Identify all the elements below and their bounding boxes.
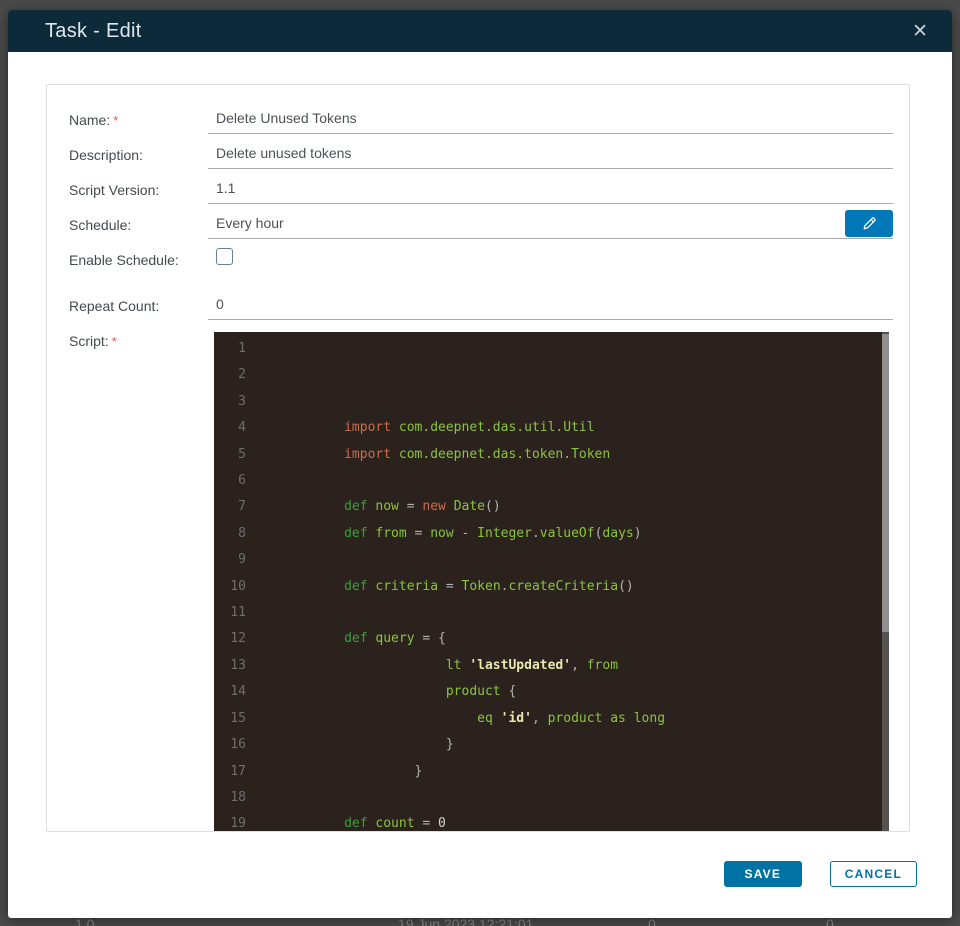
script-version-input[interactable]: [208, 174, 893, 204]
required-asterisk: *: [112, 334, 117, 349]
modal-title: Task - Edit: [45, 20, 908, 43]
repeat-count-label: Repeat Count:: [69, 290, 208, 316]
form-row-script-version: Script Version:: [69, 174, 893, 209]
code-line: 6: [214, 468, 889, 494]
name-label: Name:*: [69, 104, 208, 131]
script-code-editor[interactable]: 1234 import com.deepnet.das.util.Util5 i…: [214, 332, 889, 832]
form-row-name: Name:*: [69, 104, 893, 139]
line-number: 18: [214, 785, 258, 811]
line-number: 16: [214, 732, 258, 758]
code-line: 10 def criteria = Token.createCriteria(): [214, 574, 889, 600]
schedule-label: Schedule:: [69, 209, 208, 235]
line-number: 14: [214, 679, 258, 705]
code-line: 17 }: [214, 759, 889, 785]
line-number: 13: [214, 653, 258, 679]
line-number: 12: [214, 626, 258, 652]
code-line: 2: [214, 362, 889, 388]
enable-schedule-label: Enable Schedule:: [69, 244, 189, 270]
task-edit-modal: Task - Edit ✕ Name:* Description: Script…: [8, 10, 952, 918]
required-asterisk: *: [113, 113, 118, 128]
code-lines: 1234 import com.deepnet.das.util.Util5 i…: [214, 336, 889, 832]
line-number: 3: [214, 389, 258, 415]
code-line: 9: [214, 547, 889, 573]
line-number: 15: [214, 706, 258, 732]
editor-scrollbar-thumb[interactable]: [882, 334, 889, 632]
line-number: 7: [214, 494, 258, 520]
code-line: 13 lt 'lastUpdated', from: [214, 653, 889, 679]
code-line: 12 def query = {: [214, 626, 889, 652]
code-line: 15 eq 'id', product as long: [214, 706, 889, 732]
editor-scrollbar[interactable]: [882, 332, 889, 832]
line-number: 4: [214, 415, 258, 441]
task-form-card: Name:* Description: Script Version: Sche…: [46, 84, 910, 832]
line-number: 11: [214, 600, 258, 626]
form-row-enable-schedule: Enable Schedule:: [69, 244, 893, 290]
save-button[interactable]: SAVE: [724, 861, 802, 887]
line-number: 6: [214, 468, 258, 494]
code-line: 8 def from = now - Integer.valueOf(days): [214, 521, 889, 547]
enable-schedule-checkbox[interactable]: [216, 248, 233, 265]
edit-schedule-button[interactable]: [845, 210, 893, 237]
description-input[interactable]: [208, 139, 893, 169]
code-line: 1: [214, 336, 889, 362]
description-label: Description:: [69, 139, 208, 165]
line-number: 8: [214, 521, 258, 547]
line-number: 1: [214, 336, 258, 362]
line-number: 2: [214, 362, 258, 388]
code-line: 3: [214, 389, 889, 415]
pencil-icon: [861, 215, 878, 232]
cancel-button[interactable]: CANCEL: [830, 861, 917, 887]
line-number: 9: [214, 547, 258, 573]
modal-footer: SAVE CANCEL: [724, 861, 917, 887]
code-line: 4 import com.deepnet.das.util.Util: [214, 415, 889, 441]
code-line: 19 def count = 0: [214, 811, 889, 832]
form-row-repeat-count: Repeat Count:: [69, 290, 893, 325]
code-line: 7 def now = new Date(): [214, 494, 889, 520]
schedule-input[interactable]: [208, 209, 893, 239]
form-row-schedule: Schedule:: [69, 209, 893, 244]
name-input[interactable]: [208, 104, 893, 134]
line-number: 17: [214, 759, 258, 785]
line-number: 10: [214, 574, 258, 600]
repeat-count-input[interactable]: [208, 290, 893, 320]
script-label: Script:*: [69, 325, 208, 352]
code-line: 11: [214, 600, 889, 626]
code-line: 18: [214, 785, 889, 811]
line-number: 5: [214, 442, 258, 468]
close-icon[interactable]: ✕: [908, 20, 932, 43]
code-line: 5 import com.deepnet.das.token.Token: [214, 442, 889, 468]
code-line: 14 product {: [214, 679, 889, 705]
form-row-script: Script:* 1234 import com.deepnet.das.uti…: [69, 325, 893, 832]
script-version-label: Script Version:: [69, 174, 208, 200]
modal-header: Task - Edit ✕: [8, 10, 952, 52]
form-row-description: Description:: [69, 139, 893, 174]
code-line: 16 }: [214, 732, 889, 758]
line-number: 19: [214, 811, 258, 832]
